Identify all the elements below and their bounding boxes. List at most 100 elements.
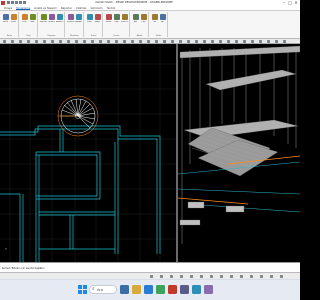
ribbon-group: Merdiven Rampa Merdiven <box>67 12 84 37</box>
toolbar-tool-icon[interactable] <box>195 40 198 43</box>
toolbar-tool-icon[interactable] <box>75 40 78 43</box>
toolbar-tool-icon[interactable] <box>179 40 182 43</box>
toolbar-tool-icon[interactable] <box>91 40 94 43</box>
toolbar-tool-icon[interactable] <box>139 40 142 43</box>
ribbon-button[interactable]: Rampa <box>75 12 82 35</box>
toolbar-tool-icon[interactable] <box>243 40 246 43</box>
tab-view[interactable]: Görünüm <box>90 6 102 10</box>
toolbar-tool-icon[interactable] <box>203 40 206 43</box>
toolbar-tool-icon[interactable] <box>51 40 54 43</box>
command-line[interactable]: Komut: Bitiren için seçimi başlatın <box>0 262 300 272</box>
toolbar-tool-icon[interactable] <box>251 40 254 43</box>
ribbon-button[interactable]: Hatıl <box>29 12 36 35</box>
ribbon-button[interactable]: Temel <box>86 12 93 35</box>
toolbar-tool-icon[interactable] <box>227 40 230 43</box>
toolbar-tool-icon[interactable] <box>19 40 22 43</box>
3d-viewport[interactable] <box>178 44 300 262</box>
toolbar-tool-icon[interactable] <box>123 40 126 43</box>
taskbar-app-icon[interactable] <box>192 285 201 294</box>
status-toggle-icon[interactable] <box>200 275 203 278</box>
3d-model-drawing[interactable] <box>178 44 300 262</box>
windows-start-icon[interactable] <box>78 285 87 294</box>
tab-reports[interactable]: Raporlar <box>61 6 72 10</box>
ribbon-button[interactable]: Döşeme <box>40 12 47 35</box>
new-file-icon[interactable] <box>7 1 10 4</box>
ribbon-button-icon <box>29 14 36 20</box>
plan-drawing[interactable] <box>0 44 176 262</box>
toolbar-tool-icon[interactable] <box>107 40 110 43</box>
toolbar-tool-icon[interactable] <box>27 40 30 43</box>
taskbar-file-explorer-icon[interactable] <box>132 285 141 294</box>
toolbar-tool-icon[interactable] <box>35 40 38 43</box>
toolbar-tool-icon[interactable] <box>259 40 262 43</box>
taskbar-app-icon[interactable] <box>204 285 213 294</box>
status-toggle-icon[interactable] <box>180 275 183 278</box>
toolbar-tool-icon[interactable] <box>211 40 214 43</box>
toolbar-tool-icon[interactable] <box>187 40 190 43</box>
tab-modeling[interactable]: Modelleme <box>16 6 31 10</box>
toolbar-tool-icon[interactable] <box>3 40 6 43</box>
spiral-stair[interactable] <box>57 95 99 137</box>
toolbar-tool-icon[interactable] <box>155 40 158 43</box>
status-toggle-icon[interactable] <box>230 275 233 278</box>
ribbon-button[interactable]: Asmolen <box>56 12 63 35</box>
status-toggle-icon[interactable] <box>190 275 193 278</box>
status-toggle-icon[interactable] <box>240 275 243 278</box>
toolbar-tool-icon[interactable] <box>115 40 118 43</box>
toolbar-tool-icon[interactable] <box>275 40 278 43</box>
toolbar-tool-icon[interactable] <box>59 40 62 43</box>
status-toggle-icon[interactable] <box>280 275 283 278</box>
taskbar-search[interactable]: ⌕ Ara <box>89 285 117 294</box>
ribbon-button[interactable]: Aks <box>132 12 139 35</box>
ribbon-button[interactable]: Merdiven <box>67 12 75 35</box>
ribbon-button[interactable]: Yük <box>151 12 158 35</box>
save-icon[interactable] <box>15 1 18 4</box>
taskbar-task-view-icon[interactable] <box>120 285 129 294</box>
status-toggle-icon[interactable] <box>160 275 163 278</box>
app-logo-icon[interactable] <box>1 1 5 5</box>
status-toggle-icon[interactable] <box>220 275 223 278</box>
ribbon-button[interactable]: Perde <box>10 12 17 35</box>
ribbon-button[interactable]: Nervür <box>48 12 55 35</box>
open-file-icon[interactable] <box>11 1 14 4</box>
toolbar-tool-icon[interactable] <box>131 40 134 43</box>
toolbar-tool-icon[interactable] <box>11 40 14 43</box>
undo-icon[interactable] <box>19 1 22 4</box>
toolbar-tool-icon[interactable] <box>219 40 222 43</box>
taskbar-app-icon[interactable] <box>156 285 165 294</box>
taskbar-browser-icon[interactable] <box>144 285 153 294</box>
taskbar-app-icon[interactable] <box>180 285 189 294</box>
tab-analysis[interactable]: Analiz ve Tasarım <box>34 6 57 10</box>
ribbon-group: Duvar Kapı Pencere Duvar <box>105 12 130 37</box>
status-toggle-icon[interactable] <box>170 275 173 278</box>
taskbar-idecad-icon[interactable] <box>168 285 177 294</box>
toolbar-tool-icon[interactable] <box>163 40 166 43</box>
status-toggle-icon[interactable] <box>210 275 213 278</box>
toolbar-tool-icon[interactable] <box>43 40 46 43</box>
toolbar-tool-icon[interactable] <box>147 40 150 43</box>
toolbar-tool-icon[interactable] <box>83 40 86 43</box>
ribbon-button[interactable]: Kolon <box>2 12 9 35</box>
ribbon-button[interactable]: Duvar <box>105 12 112 35</box>
plan-viewport[interactable]: Y <box>0 44 176 262</box>
toolbar-tool-icon[interactable] <box>235 40 238 43</box>
status-toggle-icon[interactable] <box>250 275 253 278</box>
status-toggle-icon[interactable] <box>150 275 153 278</box>
redo-icon[interactable] <box>23 1 26 4</box>
ribbon-button[interactable]: Kapı <box>113 12 120 35</box>
ribbon-button[interactable]: Pencere <box>121 12 128 35</box>
toolbar-tool-icon[interactable] <box>99 40 102 43</box>
toolbar-tool-icon[interactable] <box>171 40 174 43</box>
toolbar-tool-icon[interactable] <box>67 40 70 43</box>
ribbon-button[interactable]: Ölçü <box>140 12 147 35</box>
tab-file[interactable]: Dosya <box>4 6 12 10</box>
toolbar-tool-icon[interactable] <box>267 40 270 43</box>
status-toggle-icon[interactable] <box>260 275 263 278</box>
ribbon-button[interactable]: Radye <box>94 12 101 35</box>
tab-help[interactable]: Yardım <box>107 6 116 10</box>
toolbar-tool-icon[interactable] <box>283 40 286 43</box>
ribbon-button[interactable]: Kar <box>159 12 166 35</box>
status-toggle-icon[interactable] <box>270 275 273 278</box>
ribbon-button[interactable]: Kiriş <box>21 12 28 35</box>
tab-drawings[interactable]: Çizimler <box>76 6 87 10</box>
